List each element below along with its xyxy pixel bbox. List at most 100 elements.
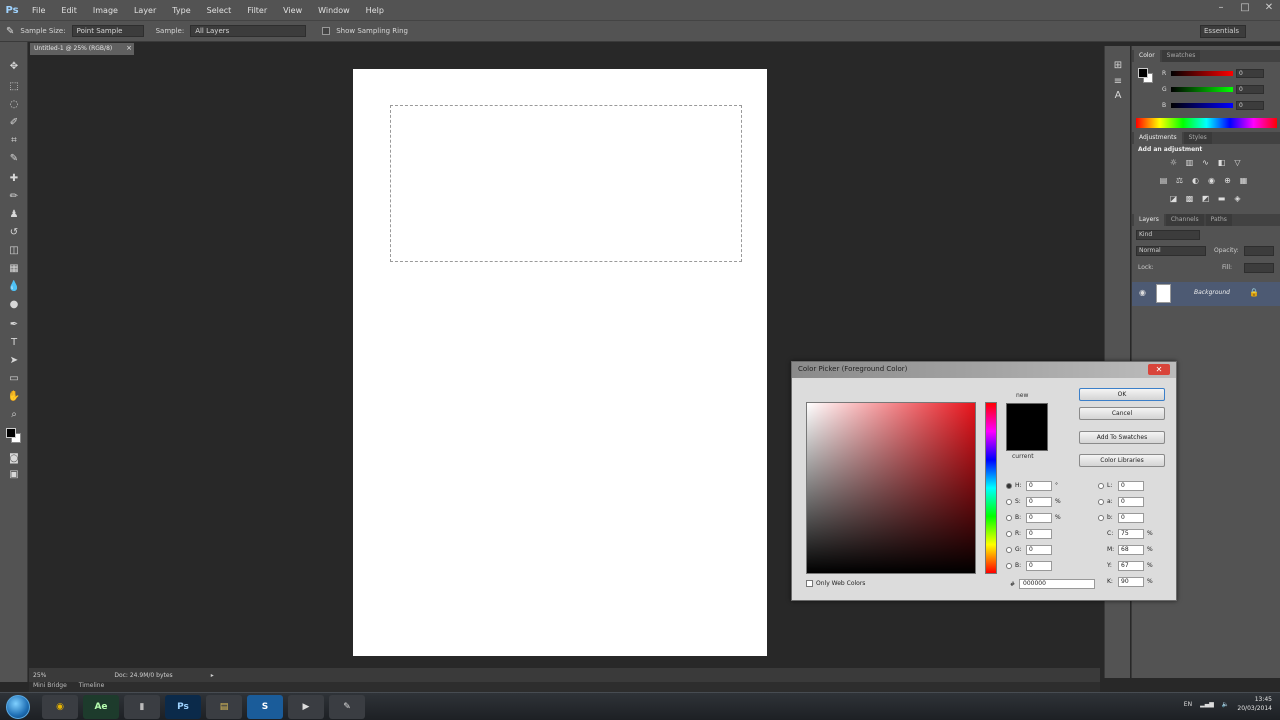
field-radio[interactable] [1098, 498, 1104, 505]
field-input[interactable]: 0 [1026, 560, 1052, 571]
taskbar-media-icon[interactable]: ▶ [288, 695, 324, 719]
field-input[interactable]: 68 [1118, 544, 1144, 555]
slider-track[interactable] [1171, 86, 1233, 92]
character-panel-icon[interactable]: A [1112, 90, 1124, 102]
field-input[interactable]: 0 [1026, 528, 1052, 539]
hue-saturation-icon[interactable]: ▤ [1158, 176, 1169, 186]
field-radio[interactable] [1098, 514, 1104, 521]
tab-channels[interactable]: Channels [1165, 214, 1204, 226]
tab-styles[interactable]: Styles [1183, 132, 1212, 144]
crop-tool-icon[interactable]: ⌗ [6, 134, 22, 148]
menu-type[interactable]: Type [164, 6, 198, 15]
tab-mini-bridge[interactable]: Mini Bridge [33, 682, 67, 692]
healing-tool-icon[interactable]: ✚ [6, 172, 22, 186]
slider-track[interactable] [1171, 70, 1233, 76]
black-white-icon[interactable]: ◐ [1190, 176, 1201, 186]
history-panel-icon[interactable]: ⊞ [1112, 60, 1124, 72]
cancel-button[interactable]: Cancel [1079, 407, 1165, 420]
tab-adjustments[interactable]: Adjustments [1134, 132, 1182, 144]
color-spectrum-bar[interactable] [1136, 118, 1277, 128]
dodge-tool-icon[interactable]: ● [6, 298, 22, 312]
field-radio[interactable] [1006, 482, 1012, 489]
hex-input[interactable]: 000000 [1019, 579, 1096, 589]
levels-icon[interactable]: ▥ [1184, 158, 1195, 168]
field-input[interactable]: 67 [1118, 560, 1144, 571]
selective-color-icon[interactable]: ◈ [1232, 194, 1243, 204]
tab-swatches[interactable]: Swatches [1161, 50, 1201, 62]
field-radio[interactable] [1098, 482, 1104, 489]
slider-value-input[interactable]: 0 [1236, 68, 1264, 78]
start-button[interactable] [6, 695, 30, 719]
photo-filter-icon[interactable]: ◉ [1206, 176, 1217, 186]
channel-mixer-icon[interactable]: ⊕ [1222, 176, 1233, 186]
field-input[interactable]: 90 [1118, 576, 1144, 587]
posterize-icon[interactable]: ▩ [1184, 194, 1195, 204]
blur-tool-icon[interactable]: 💧 [6, 280, 22, 294]
taskbar-file-icon[interactable]: ▮ [124, 695, 160, 719]
menu-select[interactable]: Select [199, 6, 240, 15]
taskbar-after-effects-icon[interactable]: Ae [83, 695, 119, 719]
color-slider-b[interactable]: B0 [1162, 100, 1274, 110]
shape-tool-icon[interactable]: ▭ [6, 372, 22, 386]
menu-view[interactable]: View [275, 6, 310, 15]
close-button[interactable]: ✕ [1264, 3, 1274, 13]
tab-color[interactable]: Color [1134, 50, 1160, 62]
zoom-tool-icon[interactable]: ⌕ [6, 408, 22, 422]
color-slider-g[interactable]: G0 [1162, 84, 1274, 94]
menu-window[interactable]: Window [310, 6, 358, 15]
color-libraries-button[interactable]: Color Libraries [1079, 454, 1165, 467]
foreground-color-swatch[interactable] [6, 428, 16, 438]
maximize-button[interactable]: □ [1240, 3, 1250, 13]
layer-blend-mode[interactable]: Normal [1136, 246, 1206, 256]
field-input[interactable]: 0 [1026, 544, 1052, 555]
color-picker-close-button[interactable]: ✕ [1148, 364, 1170, 375]
field-radio[interactable] [1006, 514, 1012, 521]
slider-track[interactable] [1171, 102, 1233, 108]
invert-icon[interactable]: ◪ [1168, 194, 1179, 204]
exposure-icon[interactable]: ◧ [1216, 158, 1227, 168]
ok-button[interactable]: OK [1079, 388, 1165, 401]
sample-size-select[interactable]: Point Sample [71, 25, 144, 37]
color-balance-icon[interactable]: ⚖ [1174, 176, 1185, 186]
color-picker-titlebar[interactable]: Color Picker (Foreground Color) ✕ [792, 362, 1176, 378]
threshold-icon[interactable]: ◩ [1200, 194, 1211, 204]
field-input[interactable]: 75 [1118, 528, 1144, 539]
layer-kind-filter[interactable]: Kind [1136, 230, 1200, 240]
vibrance-icon[interactable]: ▽ [1232, 158, 1243, 168]
field-radio[interactable] [1006, 530, 1012, 537]
path-select-tool-icon[interactable]: ➤ [6, 354, 22, 368]
curves-icon[interactable]: ∿ [1200, 158, 1211, 168]
layer-opacity-input[interactable] [1244, 246, 1274, 256]
add-to-swatches-button[interactable]: Add To Swatches [1079, 431, 1165, 444]
history-brush-icon[interactable]: ↺ [6, 226, 22, 240]
slider-value-input[interactable]: 0 [1236, 100, 1264, 110]
eraser-tool-icon[interactable]: ◫ [6, 244, 22, 258]
color-slider-r[interactable]: R0 [1162, 68, 1274, 78]
move-tool-icon[interactable]: ✥ [6, 60, 22, 74]
taskbar-skype-icon[interactable]: S [247, 695, 283, 719]
tab-paths[interactable]: Paths [1205, 214, 1232, 226]
field-radio[interactable] [1006, 546, 1012, 553]
menu-help[interactable]: Help [358, 6, 392, 15]
taskbar-photoshop-icon[interactable]: Ps [165, 695, 201, 719]
clock[interactable]: 13:45 20/03/2014 [1237, 695, 1272, 713]
panel-foreground-swatch[interactable] [1138, 68, 1148, 78]
field-input[interactable]: 0 [1026, 512, 1052, 523]
field-input[interactable]: 0 [1118, 496, 1144, 507]
field-radio[interactable] [1006, 562, 1012, 569]
zoom-level[interactable]: 25% [33, 672, 46, 679]
field-radio[interactable] [1006, 498, 1012, 505]
taskbar-chrome-icon[interactable]: ◉ [42, 695, 78, 719]
field-input[interactable]: 0 [1026, 496, 1052, 507]
type-tool-icon[interactable]: T [6, 336, 22, 350]
quick-select-tool-icon[interactable]: ✐ [6, 116, 22, 130]
taskbar-explorer-icon[interactable]: ▤ [206, 695, 242, 719]
taskbar-other-icon[interactable]: ✎ [329, 695, 365, 719]
lasso-tool-icon[interactable]: ◌ [6, 98, 22, 112]
color-field[interactable] [806, 402, 976, 574]
pen-tool-icon[interactable]: ✒ [6, 318, 22, 332]
show-ring-checkbox[interactable] [322, 27, 331, 35]
only-web-colors-checkbox[interactable] [806, 580, 813, 587]
menu-image[interactable]: Image [85, 6, 126, 15]
marquee-tool-icon[interactable]: ⬚ [6, 80, 22, 94]
